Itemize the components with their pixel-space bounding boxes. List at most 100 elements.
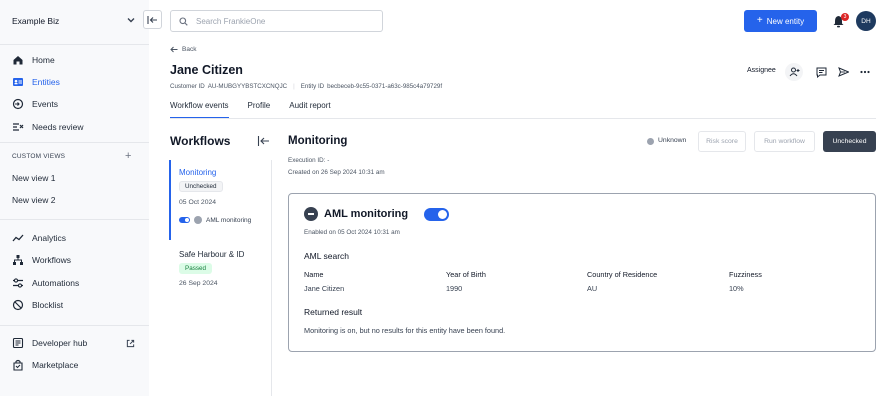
sidebar-item-label: Workflows — [32, 255, 72, 265]
workflows-divider — [271, 160, 272, 396]
minus-circle-icon[interactable] — [304, 207, 318, 221]
status-badge: Unchecked — [179, 181, 223, 192]
sidebar-item-workflows[interactable]: Workflows — [12, 253, 71, 267]
home-icon — [13, 56, 23, 65]
marketplace-icon — [13, 359, 23, 371]
send-button[interactable] — [834, 63, 852, 81]
entity-id-label: Entity ID — [300, 83, 325, 90]
arrow-left-icon — [170, 46, 178, 53]
column-value: 10% — [729, 284, 744, 293]
monitoring-heading: Monitoring — [288, 135, 348, 147]
divider — [0, 219, 149, 220]
collapse-sidebar-button[interactable] — [143, 10, 162, 29]
more-horizontal-icon — [860, 70, 870, 74]
user-plus-icon — [789, 67, 799, 77]
column-header: Year of Birth — [446, 270, 486, 279]
returned-result-heading: Returned result — [304, 307, 363, 317]
avatar[interactable]: DH — [856, 11, 876, 31]
external-link-icon[interactable] — [126, 339, 135, 348]
sidebar-item-marketplace[interactable]: Marketplace — [12, 358, 78, 372]
sidebar-item-blocklist[interactable]: Blocklist — [12, 298, 63, 312]
assignee-label: Assignee — [747, 67, 776, 74]
search-input[interactable] — [196, 16, 366, 26]
custom-view-item[interactable]: New view 2 — [12, 195, 55, 205]
result-status-button[interactable]: Unchecked — [823, 131, 876, 152]
workflows-heading: Workflows — [170, 134, 231, 148]
entity-meta: Customer ID AU-MUBGYYBSTCXCNQJC | Entity… — [170, 83, 442, 90]
automations-icon — [13, 278, 23, 288]
assign-user-button[interactable] — [785, 63, 803, 81]
status-badge: Passed — [179, 263, 213, 274]
status-dot-icon — [647, 138, 654, 145]
divider — [0, 325, 149, 326]
aml-monitoring-toggle[interactable] — [424, 208, 449, 221]
new-entity-label: New entity — [766, 16, 805, 26]
comments-button[interactable] — [812, 63, 830, 81]
tab-bar: Workflow events Profile Audit report — [170, 101, 350, 119]
tabs-divider — [170, 118, 876, 119]
back-link[interactable]: Back — [170, 46, 196, 53]
workflows-icon — [13, 255, 23, 265]
events-icon — [12, 98, 24, 110]
status-label: Unknown — [658, 137, 687, 144]
custom-view-item[interactable]: New view 1 — [12, 173, 55, 183]
tab-audit-report[interactable]: Audit report — [289, 101, 330, 119]
search-icon — [179, 16, 188, 26]
divider — [0, 142, 149, 143]
status-dot-icon — [194, 216, 202, 224]
sidebar-item-label: Needs review — [32, 122, 84, 132]
more-options-button[interactable] — [856, 63, 874, 81]
custom-views-heading: CUSTOM VIEWS — [12, 153, 66, 160]
send-icon — [837, 67, 849, 77]
sidebar-item-label: Automations — [32, 278, 80, 288]
tab-workflow-events[interactable]: Workflow events — [170, 101, 229, 119]
sidebar-item-label: Entities — [32, 77, 60, 87]
toggle-on-icon — [179, 217, 190, 223]
sidebar-item-entities[interactable]: Entities — [12, 75, 60, 89]
sidebar-item-label: Developer hub — [32, 338, 88, 348]
needs-review-icon — [13, 123, 24, 131]
search-box[interactable] — [170, 10, 383, 32]
sidebar-item-automations[interactable]: Automations — [12, 276, 79, 290]
workflow-title[interactable]: Safe Harbour & ID — [179, 250, 244, 259]
tab-profile[interactable]: Profile — [248, 101, 271, 119]
sidebar-item-needs-review[interactable]: Needs review — [12, 120, 84, 134]
column-value: 1990 — [446, 284, 463, 293]
sidebar-item-home[interactable]: Home — [12, 53, 55, 67]
execution-id: Execution ID: - — [288, 157, 330, 164]
add-view-icon[interactable]: + — [125, 150, 131, 162]
aml-card-title: AML monitoring — [324, 208, 409, 220]
enabled-on: Enabled on 05 Oct 2024 10:31 am — [304, 229, 400, 236]
entity-id-value: becbeceb-9c55-0371-a63c-985c4a79729f — [327, 83, 443, 90]
notification-badge: 3 — [841, 13, 849, 21]
plus-icon: + — [756, 15, 763, 26]
sidebar-item-events[interactable]: Events — [12, 97, 58, 111]
sidebar-item-developer-hub[interactable]: Developer hub — [12, 336, 87, 350]
page-title: Jane Citizen — [170, 63, 243, 77]
column-value: Jane Citizen — [304, 284, 345, 293]
org-name[interactable]: Example Biz — [12, 16, 59, 26]
run-workflow-button[interactable]: Run workflow — [754, 131, 815, 152]
sidebar-item-analytics[interactable]: Analytics — [12, 231, 66, 245]
aml-search-heading: AML search — [304, 251, 350, 261]
sidebar-item-label: Analytics — [32, 233, 67, 243]
sidebar-item-label: Home — [32, 55, 55, 65]
developer-hub-icon — [12, 337, 24, 349]
workflow-step: AML monitoring — [179, 216, 251, 224]
column-header: Name — [304, 270, 324, 279]
comment-icon — [816, 67, 826, 78]
risk-score-button[interactable]: Risk score — [698, 131, 746, 152]
workflow-title: Monitoring — [179, 168, 217, 177]
analytics-icon — [12, 234, 24, 242]
divider — [0, 44, 149, 45]
column-value: AU — [587, 284, 598, 293]
new-entity-button[interactable]: + New entity — [744, 10, 817, 32]
chevron-down-icon[interactable] — [126, 15, 136, 25]
workflow-step-label: AML monitoring — [206, 216, 252, 224]
collapse-left-icon[interactable] — [257, 135, 270, 147]
sidebar-item-label: Blocklist — [32, 300, 64, 310]
meta-separator: | — [293, 83, 295, 90]
sidebar: Example Biz Home Entities Events Needs r… — [0, 0, 149, 396]
returned-result-message: Monitoring is on, but no results for thi… — [304, 326, 506, 335]
workflow-date: 26 Sep 2024 — [179, 280, 218, 287]
